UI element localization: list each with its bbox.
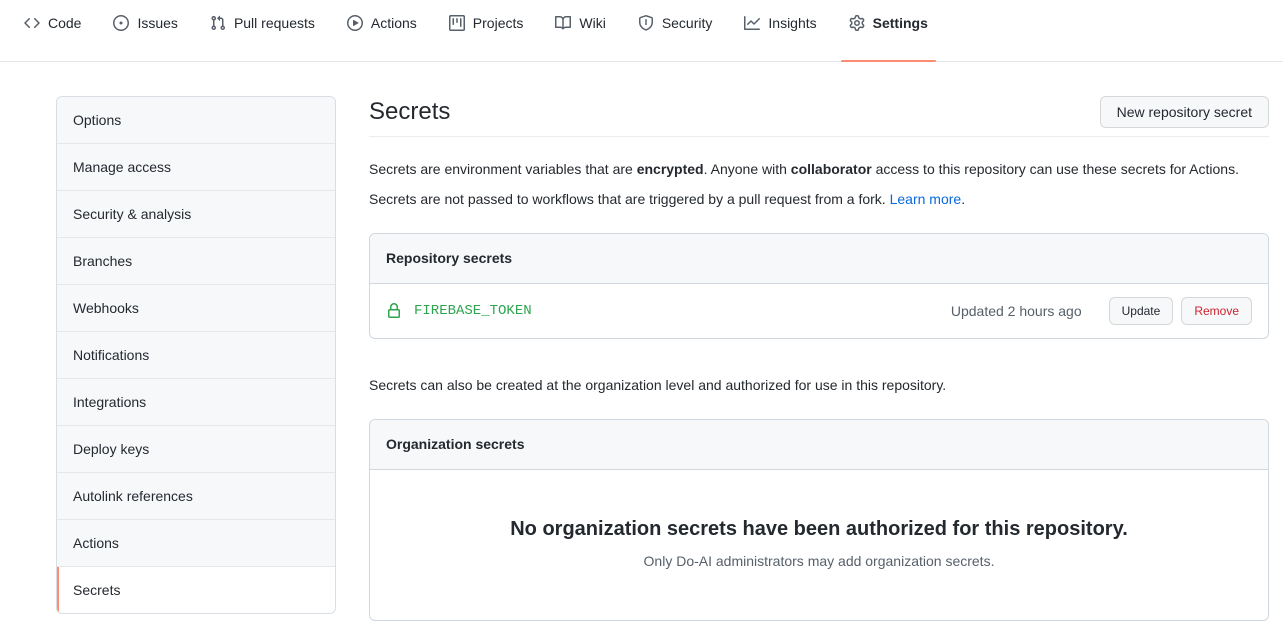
book-icon <box>555 15 572 31</box>
new-repository-secret-button[interactable]: New repository secret <box>1099 96 1269 128</box>
sidebar-item-label: Autolink references <box>73 488 193 504</box>
nav-tab-projects[interactable]: Projects <box>433 0 540 61</box>
nav-tab-insights[interactable]: Insights <box>728 0 832 61</box>
sidebar-item-label: Manage access <box>73 159 172 175</box>
blankslate-subtext: Only Do-AI administrators may add organi… <box>643 553 995 569</box>
nav-tab-actions[interactable]: Actions <box>331 0 433 61</box>
lock-icon <box>386 303 402 319</box>
sidebar-item-integrations[interactable]: Integrations <box>57 379 335 426</box>
sidebar-item-label: Webhooks <box>73 300 139 316</box>
organization-secrets-description: Secrets can also be created at the organ… <box>369 377 947 393</box>
organization-secrets-blankslate: No organization secrets have been author… <box>370 470 1268 620</box>
nav-tab-issues[interactable]: Issues <box>97 0 193 61</box>
sidebar-item-label: Secrets <box>73 582 121 598</box>
sidebar-item-label: Security & analysis <box>73 206 192 222</box>
nav-tab-label: Code <box>48 14 82 31</box>
secrets-description-1: Secrets are environment variables that a… <box>369 159 1269 180</box>
project-icon <box>448 14 465 31</box>
nav-tab-wiki[interactable]: Wiki <box>539 0 621 61</box>
sidebar-item-secrets[interactable]: Secrets <box>57 567 335 613</box>
secrets-description-2: Secrets are not passed to workflows that… <box>369 189 1269 210</box>
secret-row-actions: Updated 2 hours ago Update Remove <box>951 297 1252 325</box>
sidebar-item-label: Actions <box>73 535 119 551</box>
sidebar-item-branches[interactable]: Branches <box>57 238 335 285</box>
sidebar-item-webhooks[interactable]: Webhooks <box>57 285 335 332</box>
nav-tab-label: Actions <box>370 14 417 31</box>
secret-updated-timestamp: Updated 2 hours ago <box>950 303 1082 319</box>
desc2-part1: Secrets are not passed to workflows that… <box>369 191 890 207</box>
code-icon <box>24 15 40 31</box>
sidebar-item-label: Integrations <box>73 394 147 410</box>
settings-sidebar: Options Manage access Security & analysi… <box>56 96 336 614</box>
sidebar-item-label: Deploy keys <box>73 441 150 457</box>
blankslate-heading: No organization secrets have been author… <box>510 518 1128 540</box>
nav-tab-pull-requests[interactable]: Pull requests <box>194 0 331 61</box>
desc1-part3: access to this repository can use these … <box>871 161 1239 177</box>
page-body: Options Manage access Security & analysi… <box>0 62 1283 621</box>
sidebar-item-actions[interactable]: Actions <box>57 520 335 567</box>
nav-tab-label: Settings <box>872 14 928 31</box>
sidebar-item-label: Branches <box>73 253 133 269</box>
play-icon <box>346 14 363 31</box>
nav-tab-code[interactable]: Code <box>8 0 97 61</box>
content-header: Secrets New repository secret <box>369 96 1269 137</box>
repository-secrets-card: Repository secrets FIREBASE_TOKEN Update… <box>369 233 1269 339</box>
remove-secret-button[interactable]: Remove <box>1181 297 1252 325</box>
gear-icon <box>849 14 865 31</box>
nav-tab-label: Issues <box>137 14 178 31</box>
desc1-bold-collaborator: collaborator <box>790 161 872 177</box>
main-content: Secrets New repository secret Secrets ar… <box>369 96 1269 621</box>
organization-secrets-header: Organization secrets <box>370 420 1268 470</box>
repository-secrets-header: Repository secrets <box>370 234 1268 284</box>
desc2-part2: . <box>961 191 966 207</box>
desc1-bold-encrypted: encrypted <box>636 161 704 177</box>
sidebar-item-autolink-references[interactable]: Autolink references <box>57 473 335 520</box>
table-row: FIREBASE_TOKEN Updated 2 hours ago Updat… <box>370 284 1268 338</box>
nav-tab-label: Insights <box>768 14 817 31</box>
sidebar-item-label: Notifications <box>73 347 150 363</box>
desc1-part1: Secrets are environment variables that a… <box>369 161 637 177</box>
sidebar-item-security-analysis[interactable]: Security & analysis <box>57 191 335 238</box>
nav-tab-label: Pull requests <box>233 14 315 31</box>
desc1-part2: . Anyone with <box>703 161 791 177</box>
git-pull-request-icon <box>210 15 226 31</box>
sidebar-item-label: Options <box>73 112 122 128</box>
learn-more-link[interactable]: Learn more <box>890 191 962 207</box>
organization-secrets-card: Organization secrets No organization sec… <box>369 419 1269 621</box>
nav-tab-label: Wiki <box>579 14 606 31</box>
page-title: Secrets <box>369 98 451 125</box>
sidebar-item-deploy-keys[interactable]: Deploy keys <box>57 426 335 473</box>
sidebar-item-manage-access[interactable]: Manage access <box>57 144 335 191</box>
sidebar-item-notifications[interactable]: Notifications <box>57 332 335 379</box>
nav-tab-label: Security <box>661 14 713 31</box>
nav-tab-label: Projects <box>472 14 524 31</box>
update-secret-button[interactable]: Update <box>1108 297 1174 325</box>
repo-nav: Code Issues Pull requests Actions Projec… <box>0 0 1283 62</box>
sidebar-item-options[interactable]: Options <box>57 97 335 144</box>
nav-tab-settings[interactable]: Settings <box>833 0 944 62</box>
secret-name: FIREBASE_TOKEN <box>414 303 532 319</box>
nav-tab-security[interactable]: Security <box>622 0 729 61</box>
graph-icon <box>744 15 761 31</box>
issue-opened-icon <box>113 14 130 31</box>
shield-icon <box>638 14 654 31</box>
